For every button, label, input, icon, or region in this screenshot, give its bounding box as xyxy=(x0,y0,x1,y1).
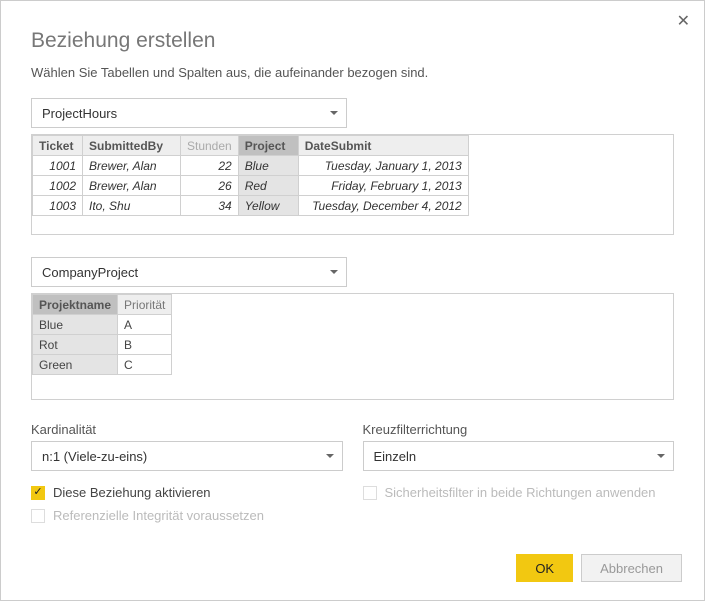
crossfilter-select[interactable]: Einzeln xyxy=(363,441,675,471)
crossfilter-label: Kreuzfilterrichtung xyxy=(363,422,675,437)
cardinality-select[interactable]: n:1 (Viele-zu-eins) xyxy=(31,441,343,471)
chevron-down-icon xyxy=(326,454,334,458)
table-row: Blue A xyxy=(33,315,172,335)
col-projektname[interactable]: Projektname xyxy=(33,295,118,315)
table1-select[interactable]: ProjectHours xyxy=(31,98,347,128)
close-icon[interactable]: ✕ xyxy=(677,11,690,31)
checkbox-icon xyxy=(31,509,45,523)
chevron-down-icon xyxy=(330,111,338,115)
cancel-button[interactable]: Abbrechen xyxy=(581,554,682,582)
col-prioritat[interactable]: Priorität xyxy=(118,295,172,315)
col-stunden[interactable]: Stunden xyxy=(181,136,239,156)
dialog-title: Beziehung erstellen xyxy=(31,29,674,53)
chevron-down-icon xyxy=(657,454,665,458)
table-row: Green C xyxy=(33,355,172,375)
referential-label: Referenzielle Integrität voraussetzen xyxy=(53,508,264,523)
table2-select-value: CompanyProject xyxy=(42,265,138,280)
dialog-subtitle: Wählen Sie Tabellen und Spalten aus, die… xyxy=(31,65,674,80)
activate-label: Diese Beziehung aktivieren xyxy=(53,485,211,500)
table2-select[interactable]: CompanyProject xyxy=(31,257,347,287)
checkbox-icon xyxy=(363,486,377,500)
table1-header-row: Ticket SubmittedBy Stunden Project DateS… xyxy=(33,136,469,156)
table-row: 1002 Brewer, Alan 26 Red Friday, Februar… xyxy=(33,176,469,196)
table1-select-value: ProjectHours xyxy=(42,106,117,121)
cardinality-value: n:1 (Viele-zu-eins) xyxy=(42,449,147,464)
table1-preview: Ticket SubmittedBy Stunden Project DateS… xyxy=(31,134,674,235)
activate-relationship-checkbox[interactable]: ✓ Diese Beziehung aktivieren xyxy=(31,485,343,500)
create-relationship-dialog: ✕ Beziehung erstellen Wählen Sie Tabelle… xyxy=(0,0,705,601)
bidir-security-label: Sicherheitsfilter in beide Richtungen an… xyxy=(385,485,656,500)
col-datesubmit[interactable]: DateSubmit xyxy=(298,136,468,156)
table-row: 1001 Brewer, Alan 22 Blue Tuesday, Janua… xyxy=(33,156,469,176)
checkbox-icon: ✓ xyxy=(31,486,45,500)
table2-preview: Projektname Priorität Blue A Rot B Green… xyxy=(31,293,674,400)
col-project[interactable]: Project xyxy=(238,136,298,156)
referential-integrity-checkbox: Referenzielle Integrität voraussetzen xyxy=(31,508,343,523)
table2-header-row: Projektname Priorität xyxy=(33,295,172,315)
ok-button[interactable]: OK xyxy=(516,554,573,582)
bidir-security-checkbox: Sicherheitsfilter in beide Richtungen an… xyxy=(363,485,675,500)
col-submittedby[interactable]: SubmittedBy xyxy=(83,136,181,156)
col-ticket[interactable]: Ticket xyxy=(33,136,83,156)
table-row: 1003 Ito, Shu 34 Yellow Tuesday, Decembe… xyxy=(33,196,469,216)
cardinality-label: Kardinalität xyxy=(31,422,343,437)
dialog-footer: OK Abbrechen xyxy=(516,554,682,582)
table-row: Rot B xyxy=(33,335,172,355)
crossfilter-value: Einzeln xyxy=(374,449,417,464)
chevron-down-icon xyxy=(330,270,338,274)
